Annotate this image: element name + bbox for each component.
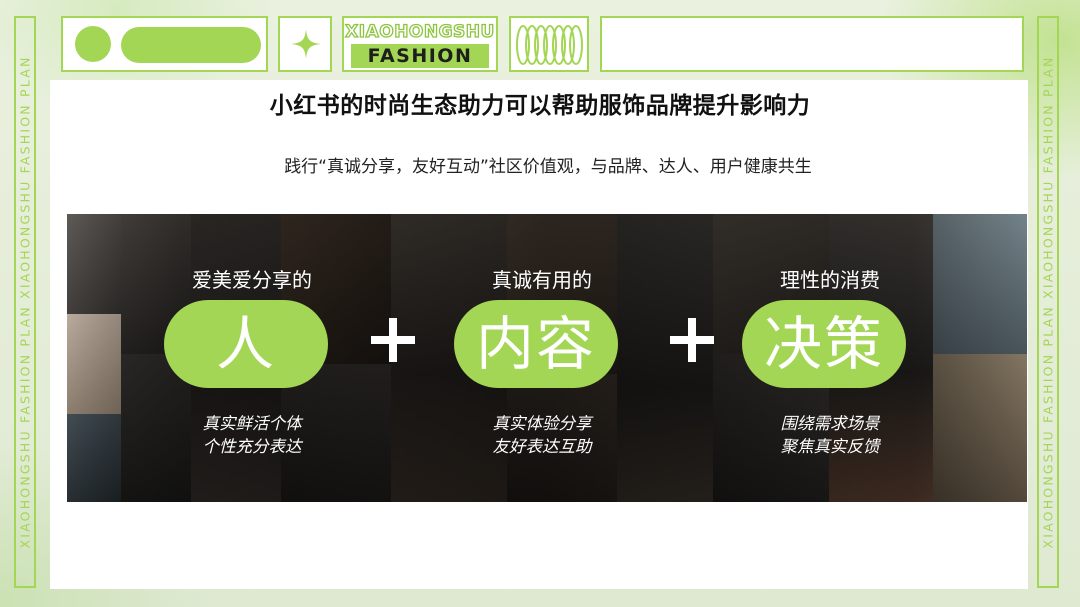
pillar-description: 真实体验分享 友好表达互助	[442, 412, 642, 458]
pillar-desc-line: 聚焦真实反馈	[780, 437, 880, 456]
coil-icon	[516, 25, 583, 65]
header-coil-box	[509, 16, 589, 72]
pillar-desc-line: 个性充分表达	[202, 437, 302, 456]
pillar-word-badge: 人	[164, 300, 328, 388]
header-blank-box	[600, 16, 1024, 72]
pillar-description: 真实鲜活个体 个性充分表达	[152, 412, 352, 458]
brand-line-2: FASHION	[351, 44, 489, 68]
pillar-caption: 爱美爱分享的	[192, 268, 312, 292]
plus-icon	[369, 316, 417, 364]
slide-subtitle: 践行“真诚分享，友好互动”社区价值观，与品牌、达人、用户健康共生	[284, 157, 812, 177]
pillar-caption: 理性的消费	[780, 268, 880, 292]
header-sparkle-box	[278, 16, 332, 72]
header-dot-pill-box	[61, 16, 268, 72]
pillar-description: 围绕需求场景 聚焦真实反馈	[730, 412, 930, 458]
brand-line-1: XIAOHONGSHU	[345, 21, 495, 42]
green-dot	[75, 26, 111, 62]
pillar-caption: 真诚有用的	[492, 268, 592, 292]
slide-title: 小红书的时尚生态助力可以帮助服饰品牌提升影响力	[269, 93, 811, 119]
pillar-desc-line: 真实鲜活个体	[202, 414, 302, 433]
pillar-desc-line: 围绕需求场景	[780, 414, 880, 433]
pillar-word-badge: 决策	[742, 300, 906, 388]
plus-icon	[668, 316, 716, 364]
sparkle-icon	[291, 29, 321, 59]
brand-logo-box: XIAOHONGSHU FASHION	[342, 16, 498, 72]
green-pill	[121, 27, 261, 63]
pillar-desc-line: 友好表达互助	[492, 437, 592, 456]
pillar-word-badge: 内容	[454, 300, 618, 388]
pillar-desc-line: 真实体验分享	[492, 414, 592, 433]
